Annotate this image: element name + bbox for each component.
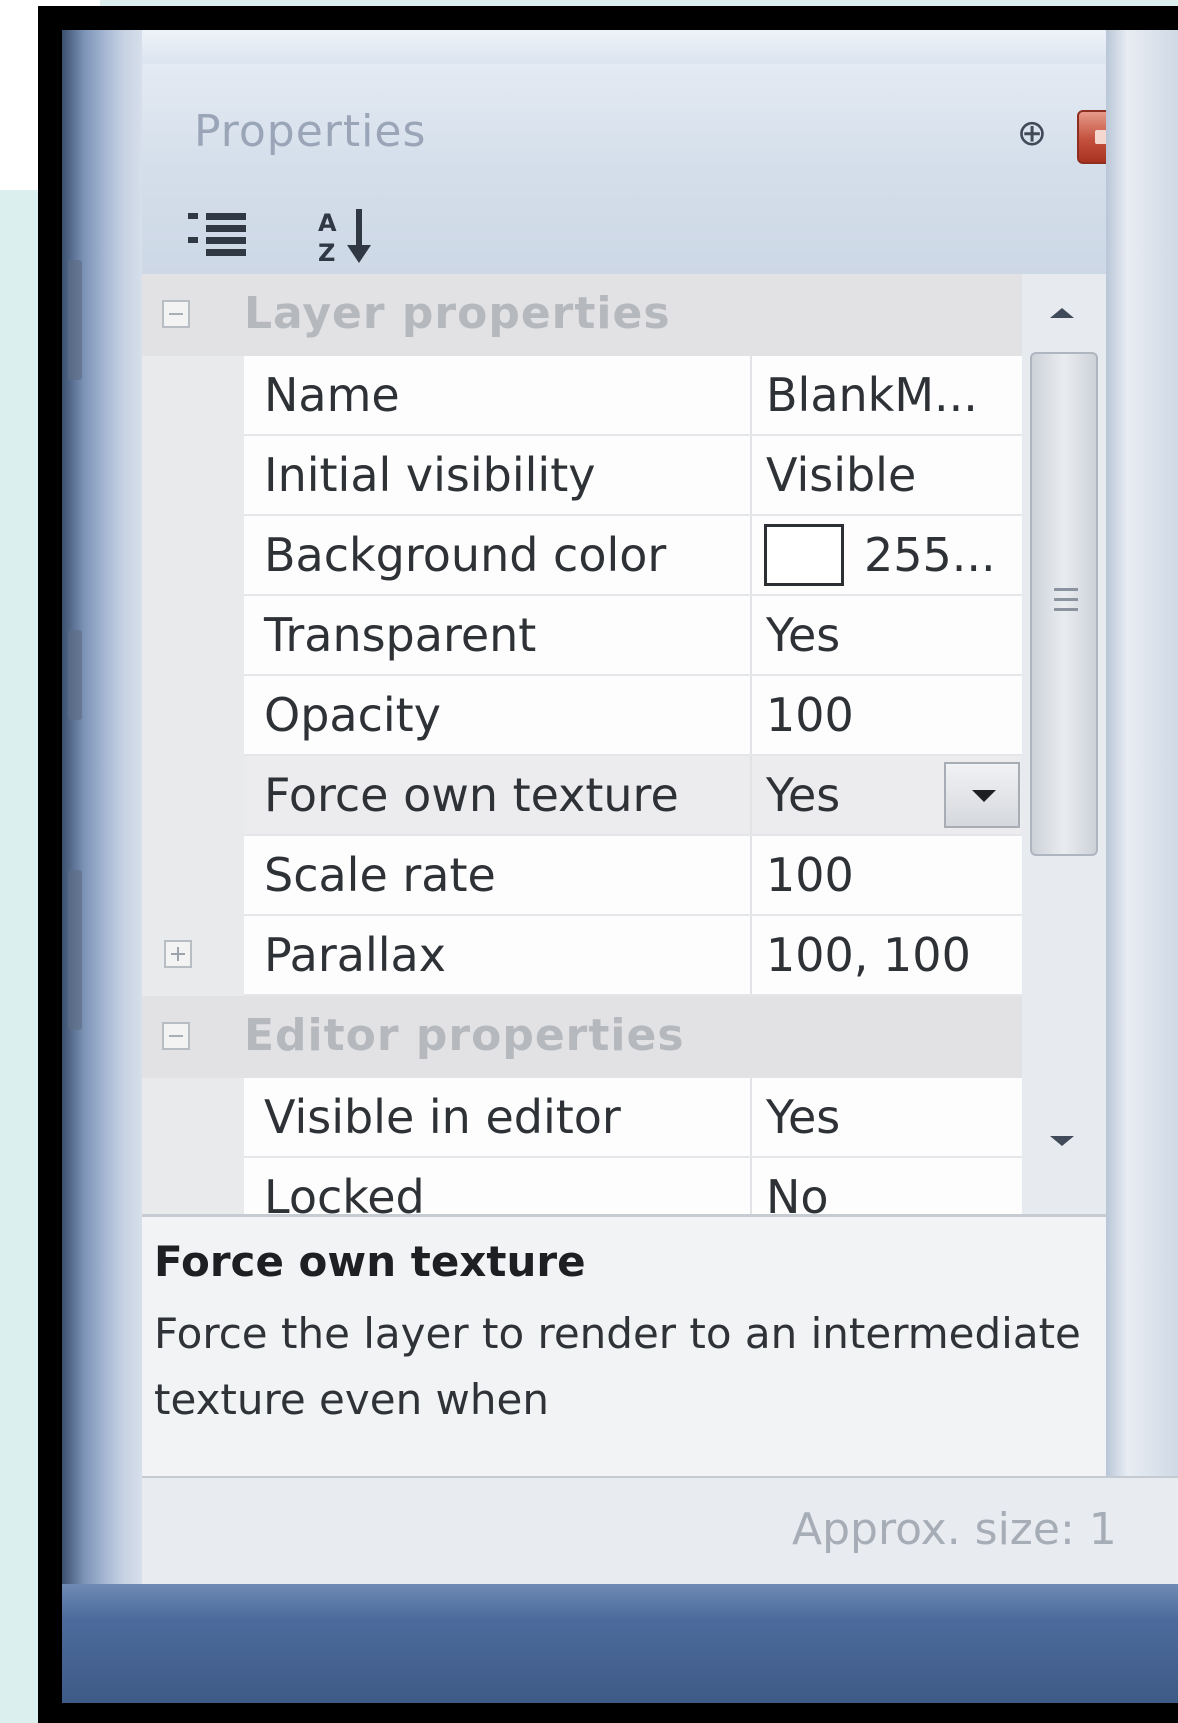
property-row-parallax[interactable]: Parallax 100, 100 xyxy=(244,916,1022,996)
panel-title: Properties xyxy=(194,106,427,157)
collapse-icon[interactable] xyxy=(162,1022,190,1050)
property-value[interactable]: 100 xyxy=(766,688,854,742)
pin-icon[interactable]: ⊕ xyxy=(1012,112,1052,156)
description-title: Force own texture xyxy=(154,1237,586,1286)
property-name: Parallax xyxy=(264,928,446,982)
property-value[interactable]: 255... xyxy=(864,528,996,582)
property-value[interactable]: BlankM... xyxy=(766,368,978,422)
window-left-border xyxy=(62,30,142,1703)
property-value[interactable]: Visible xyxy=(766,448,916,502)
window-top-strip xyxy=(142,30,1178,64)
property-value[interactable]: 100 xyxy=(766,848,854,902)
vertical-scrollbar[interactable] xyxy=(1022,274,1106,1214)
scroll-up-icon[interactable] xyxy=(1050,308,1074,318)
properties-window: Properties ⊕ A Z Layer properties Name B… xyxy=(62,30,1178,1703)
property-row-name[interactable]: Name BlankM... xyxy=(244,356,1022,436)
dropdown-button[interactable] xyxy=(944,762,1020,828)
scrollbar-thumb[interactable] xyxy=(1030,352,1098,856)
property-value[interactable]: Yes xyxy=(766,608,840,662)
category-label: Editor properties xyxy=(244,1010,685,1061)
property-value[interactable]: Yes xyxy=(766,768,840,822)
property-row-visible-in-editor[interactable]: Visible in editor Yes xyxy=(244,1078,1022,1158)
property-grid: Layer properties Name BlankM... Initial … xyxy=(142,274,1106,1214)
alphabetical-button[interactable]: A Z xyxy=(312,204,386,270)
property-name: Opacity xyxy=(264,688,441,742)
property-name: Name xyxy=(264,368,400,422)
property-name: Locked xyxy=(264,1170,425,1214)
property-row-opacity[interactable]: Opacity 100 xyxy=(244,676,1022,756)
property-row-transparent[interactable]: Transparent Yes xyxy=(244,596,1022,676)
category-label: Layer properties xyxy=(244,288,671,339)
property-name: Transparent xyxy=(264,608,537,662)
property-row-initial-visibility[interactable]: Initial visibility Visible xyxy=(244,436,1022,516)
svg-text:Z: Z xyxy=(318,239,335,267)
color-swatch[interactable] xyxy=(764,524,844,586)
property-row-scale-rate[interactable]: Scale rate 100 xyxy=(244,836,1022,916)
properties-toolbar: A Z xyxy=(142,174,1178,274)
categorized-list-icon xyxy=(188,213,246,256)
window-bottom-border xyxy=(62,1584,1178,1703)
scroll-down-icon[interactable] xyxy=(1050,1136,1074,1146)
property-name: Force own texture xyxy=(264,768,679,822)
chevron-down-icon xyxy=(972,790,996,802)
category-editor-properties[interactable]: Editor properties xyxy=(142,996,1022,1078)
expand-icon[interactable] xyxy=(164,940,192,968)
property-name: Initial visibility xyxy=(264,448,596,502)
screenshot-frame: Properties ⊕ A Z Layer properties Name B… xyxy=(38,6,1178,1723)
panel-title-bar: Properties ⊕ xyxy=(142,64,1178,174)
status-bar: Approx. size: 1 xyxy=(142,1476,1178,1586)
description-panel: Force own texture Force the layer to ren… xyxy=(142,1214,1106,1479)
property-row-background-color[interactable]: Background color 255... xyxy=(244,516,1022,596)
property-name: Scale rate xyxy=(264,848,496,902)
property-value[interactable]: No xyxy=(766,1170,829,1214)
property-value[interactable]: Yes xyxy=(766,1090,840,1144)
panel-right-border xyxy=(1106,30,1178,1703)
property-value[interactable]: 100, 100 xyxy=(766,928,971,982)
status-text: Approx. size: 1 xyxy=(792,1504,1117,1555)
collapse-icon[interactable] xyxy=(162,300,190,328)
sort-az-icon: A Z xyxy=(318,209,371,267)
property-name: Background color xyxy=(264,528,667,582)
property-name: Visible in editor xyxy=(264,1090,621,1144)
property-row-force-own-texture[interactable]: Force own texture Yes xyxy=(244,756,1022,836)
category-layer-properties[interactable]: Layer properties xyxy=(142,274,1022,356)
description-text: Force the layer to render to an intermed… xyxy=(154,1309,1081,1424)
property-row-locked[interactable]: Locked No xyxy=(244,1158,1022,1214)
categorized-button[interactable] xyxy=(182,204,256,270)
svg-text:A: A xyxy=(318,209,337,237)
